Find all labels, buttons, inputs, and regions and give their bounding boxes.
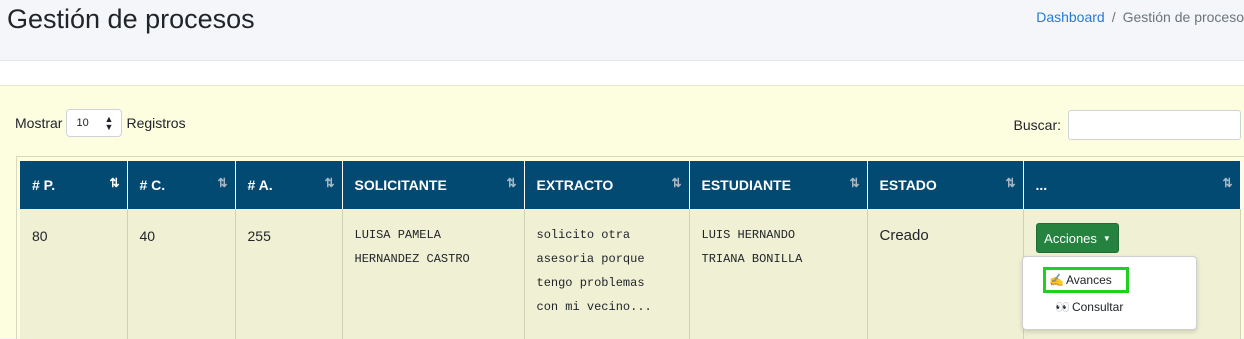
writing-hand-icon: ✍ [1049, 273, 1064, 287]
column-header-estado[interactable]: ESTADO ⇅ [867, 161, 1024, 209]
search-control: Buscar: [1014, 110, 1241, 140]
breadcrumb-separator: / [1111, 9, 1116, 25]
select-updown-icon: ▲ ▼ [104, 114, 114, 132]
menu-item-avances[interactable]: ✍ Avances [1043, 267, 1129, 293]
breadcrumb-current: Gestión de proceso [1122, 9, 1244, 25]
page-header: Gestión de procesos Dashboard / Gestión de… [0, 0, 1244, 60]
column-header-c[interactable]: # C. ⇅ [127, 161, 236, 209]
breadcrumb: Dashboard / Gestión de proceso [1036, 9, 1244, 25]
page-size-select[interactable]: 10 ▲ ▼ [66, 109, 123, 137]
cell-solicitante: LUISA PAMELA HERNANDEZ CASTRO [342, 209, 525, 339]
cell-c: 40 [127, 209, 236, 339]
sort-icon: ⇅ [324, 176, 334, 190]
extracto-line: con mi vecino... [536, 300, 652, 314]
sort-icon: ⇅ [217, 176, 227, 190]
extracto-line: solicito otra [536, 228, 631, 242]
menu-item-label: Consultar [1071, 300, 1124, 314]
cell-estado: Creado [867, 209, 1024, 339]
caret-down-icon: ▼ [1102, 233, 1111, 243]
content-top-band [0, 60, 1244, 86]
column-header-a[interactable]: # A. ⇅ [235, 161, 343, 209]
extracto-line: asesoria porque [536, 252, 645, 266]
acciones-dropdown-menu: ✍ Avances 👀 Consultar [1022, 256, 1197, 330]
cell-p: 80 [20, 209, 128, 339]
solicitante-line: HERNANDEZ CASTRO [354, 252, 470, 266]
cell-a: 255 [235, 209, 343, 339]
page-size-value: 10 [76, 117, 89, 129]
column-header-p[interactable]: # P. ⇅ [20, 161, 128, 209]
column-header-extracto[interactable]: EXTRACTO ⇅ [524, 161, 690, 209]
solicitante-line: LUISA PAMELA [354, 228, 441, 242]
sort-icon: ⇅ [1005, 176, 1015, 190]
menu-item-label: Avances [1065, 273, 1112, 287]
show-label: Mostrar [15, 115, 63, 131]
eyes-icon: 👀 [1055, 300, 1070, 314]
column-header-estudiante[interactable]: ESTUDIANTE ⇅ [689, 161, 868, 209]
sort-icon: ⇅ [671, 176, 681, 190]
extracto-line: tengo problemas [536, 276, 645, 290]
column-header-solicitante[interactable]: SOLICITANTE ⇅ [342, 161, 525, 209]
search-input[interactable] [1068, 110, 1241, 140]
table-header-row: # P. ⇅ # C. ⇅ # A. ⇅ SOLICITANTE ⇅ EXTRACTO ⇅… [20, 161, 1241, 209]
cell-estudiante: LUIS HERNANDO TRIANA BONILLA [689, 209, 868, 339]
sort-icon: ⇅ [506, 176, 516, 190]
acciones-dropdown-button[interactable]: Acciones ▼ [1036, 223, 1119, 253]
cell-extracto: solicito otra asesoria porque tengo prob… [524, 209, 690, 339]
menu-item-consultar[interactable]: 👀 Consultar [1055, 300, 1123, 314]
breadcrumb-dashboard-link[interactable]: Dashboard [1036, 9, 1105, 25]
page-length-control: Mostrar 10 ▲ ▼ Registros [15, 109, 186, 137]
acciones-label: Acciones [1044, 230, 1097, 246]
sort-icon: ⇅ [849, 176, 859, 190]
estudiante-line: TRIANA BONILLA [701, 252, 803, 266]
sort-icon: ⇅ [1222, 176, 1232, 190]
records-label: Registros [126, 115, 186, 131]
search-label: Buscar: [1013, 117, 1061, 133]
column-header-actions[interactable]: ... ⇅ [1023, 161, 1241, 209]
sort-desc-icon: ⇅ [109, 176, 119, 190]
page-title: Gestión de procesos [7, 4, 255, 34]
estudiante-line: LUIS HERNANDO [701, 228, 796, 242]
